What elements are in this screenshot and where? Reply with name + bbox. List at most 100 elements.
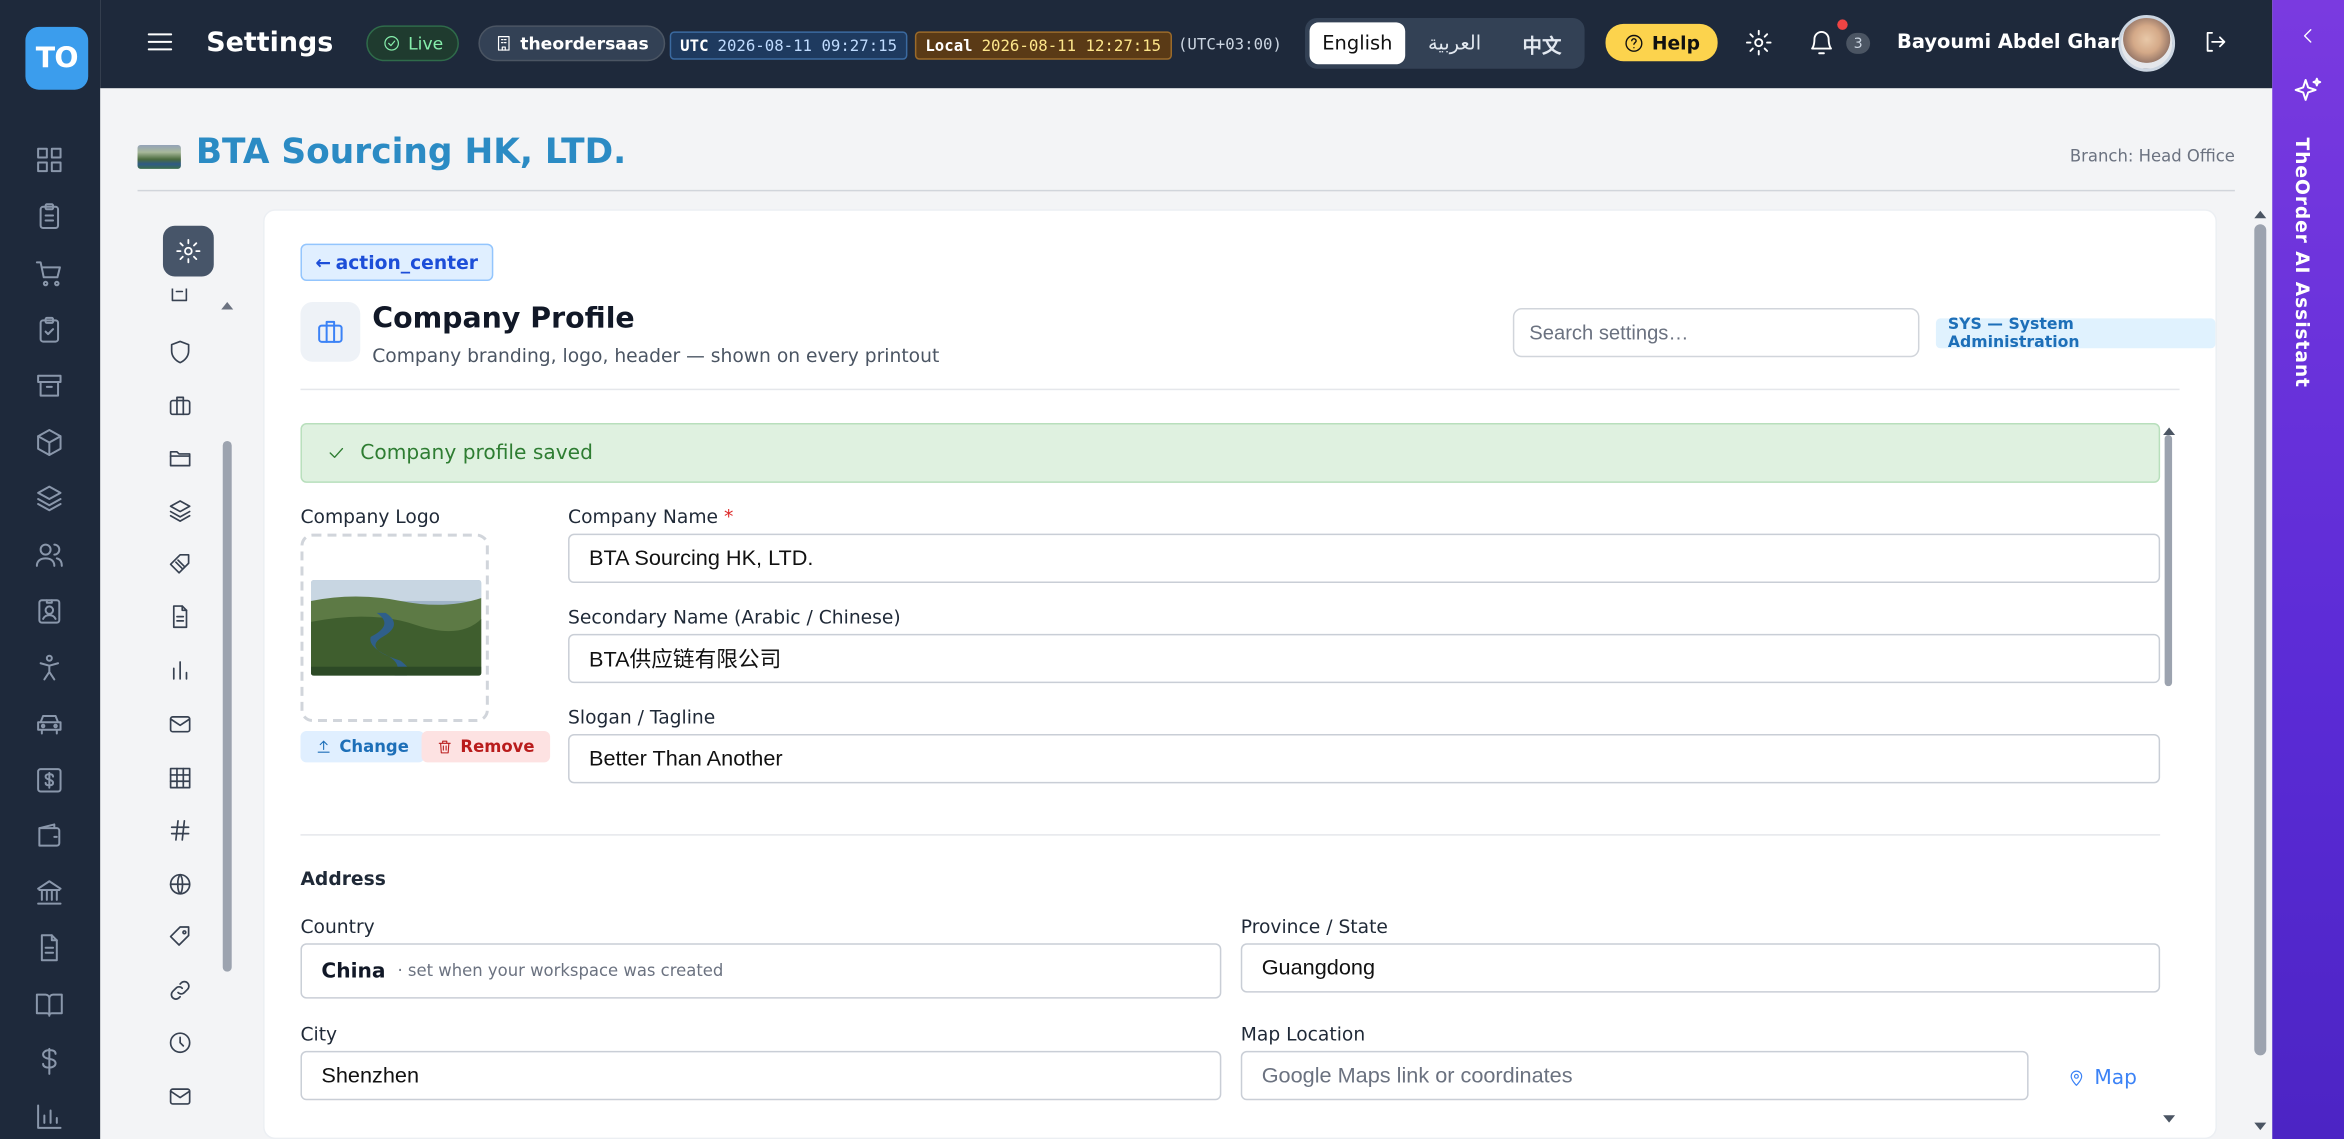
logo-dropzone[interactable]: [300, 533, 489, 723]
secondary-name-input[interactable]: [568, 633, 2161, 684]
settings-gear-button[interactable]: [162, 225, 214, 277]
clock-icon[interactable]: [164, 1027, 194, 1057]
utc-time: 2026-08-11 09:27:15: [717, 36, 898, 55]
clipboard-icon[interactable]: [33, 200, 66, 233]
bar-chart-icon[interactable]: [33, 1100, 66, 1133]
utc-clock: UTC 2026-08-11 09:27:15: [669, 31, 908, 60]
file-text-icon[interactable]: [164, 601, 194, 631]
workspace-badge[interactable]: theordersaas: [478, 25, 666, 62]
tag-icon[interactable]: [164, 549, 194, 579]
open-map-button[interactable]: Map: [2067, 1066, 2137, 1090]
utc-label: UTC: [680, 36, 709, 55]
dollar-icon[interactable]: [33, 1045, 66, 1078]
chevron-left-icon[interactable]: [2298, 25, 2319, 46]
back-to-action-center-button[interactable]: ← action_center: [300, 243, 493, 282]
settings-nav-scrollbar[interactable]: [222, 440, 232, 972]
logout-icon[interactable]: [2202, 28, 2229, 55]
remove-label: Remove: [460, 736, 535, 757]
ai-assistant-title: TheOrder AI Assistant: [2291, 137, 2315, 388]
tag-icon[interactable]: [164, 921, 194, 951]
country-field: China · set when your workspace was crea…: [300, 943, 1222, 999]
page-title: Settings: [206, 26, 334, 59]
shield-icon[interactable]: [164, 336, 194, 366]
notification-dot: [1837, 19, 1848, 30]
lang-english[interactable]: English: [1309, 22, 1406, 65]
user-name[interactable]: Bayoumi Abdel Ghani: [1897, 31, 2131, 53]
section-subtitle: Company branding, logo, header — shown o…: [372, 343, 940, 367]
change-logo-button[interactable]: Change: [300, 731, 424, 763]
company-name-heading: BTA Sourcing HK, LTD.: [195, 133, 627, 172]
change-label: Change: [339, 736, 409, 757]
layers-icon[interactable]: [33, 481, 66, 514]
layers-icon[interactable]: [164, 495, 194, 525]
settings-search-input[interactable]: [1512, 307, 1920, 358]
form-scroll-up[interactable]: [2163, 427, 2176, 436]
page-scroll-up[interactable]: [2254, 210, 2267, 219]
mail-icon[interactable]: [164, 1081, 194, 1111]
folder-icon[interactable]: [164, 442, 194, 472]
slogan-input[interactable]: [568, 733, 2161, 784]
help-button[interactable]: Help: [1605, 23, 1718, 62]
company-name-input[interactable]: [568, 533, 2161, 584]
avatar[interactable]: [2118, 14, 2176, 72]
app-logo[interactable]: TO: [25, 26, 89, 90]
bar-chart-icon[interactable]: [164, 655, 194, 685]
id-card-icon[interactable]: [33, 595, 66, 628]
back-label: action_center: [335, 251, 478, 274]
top-bar: Settings Live theordersaas UTC 2026-08-1…: [100, 0, 2273, 89]
company-logo-label: Company Logo: [300, 505, 441, 528]
postal-code-label-partial: [300, 1126, 390, 1138]
bell-icon[interactable]: [1807, 28, 1835, 56]
briefcase-icon[interactable]: [164, 390, 194, 420]
live-status-badge: Live: [366, 25, 460, 62]
car-icon[interactable]: [33, 707, 66, 740]
hamburger-menu-icon[interactable]: [145, 27, 175, 57]
utc-offset: (UTC+03:00): [1177, 35, 1282, 54]
live-status-label: Live: [408, 32, 444, 54]
map-location-label: Map Location: [1240, 1022, 1366, 1045]
arrow-left-icon: ←: [315, 251, 332, 274]
scroll-up-arrow[interactable]: [221, 301, 234, 310]
country-value: China: [321, 958, 386, 983]
building-icon: [495, 34, 513, 52]
city-input[interactable]: [300, 1050, 1222, 1101]
users-icon[interactable]: [33, 538, 66, 571]
archive-icon[interactable]: [33, 369, 66, 402]
link-icon[interactable]: [164, 975, 194, 1005]
dashboard-icon[interactable]: [33, 144, 66, 177]
book-icon[interactable]: [33, 988, 66, 1021]
page-scroll-down[interactable]: [2254, 1122, 2267, 1131]
accessibility-icon[interactable]: [33, 652, 66, 685]
wallet-icon[interactable]: [33, 819, 66, 852]
ai-assistant-panel[interactable]: TheOrder AI Assistant: [2272, 0, 2344, 1139]
briefcase-icon: [300, 301, 361, 362]
cart-icon[interactable]: [33, 257, 66, 290]
local-label: Local: [925, 36, 973, 55]
mail-icon[interactable]: [164, 709, 194, 739]
bank-icon[interactable]: [33, 876, 66, 909]
help-label: Help: [1651, 31, 1700, 54]
file-text-icon[interactable]: [33, 931, 66, 964]
country-note: · set when your workspace was created: [397, 961, 724, 981]
gear-icon[interactable]: [1745, 28, 1773, 56]
local-time: 2026-08-11 12:27:15: [981, 36, 1162, 55]
dollar-square-icon[interactable]: [33, 764, 66, 797]
map-location-input[interactable]: [1240, 1050, 2029, 1101]
settings-nav: [138, 209, 240, 1139]
clipboard-check-icon[interactable]: [33, 314, 66, 347]
grid-icon[interactable]: [164, 762, 194, 792]
form-divider: [300, 834, 2161, 836]
partial-file-icon[interactable]: [164, 288, 194, 304]
hash-icon[interactable]: [164, 815, 194, 845]
globe-icon[interactable]: [164, 869, 194, 899]
box-icon[interactable]: [33, 426, 66, 459]
lang-arabic[interactable]: العربية: [1405, 22, 1504, 64]
remove-logo-button[interactable]: Remove: [421, 731, 550, 763]
lang-chinese[interactable]: 中文: [1504, 22, 1580, 64]
branch-label: Branch: Head Office: [2069, 146, 2235, 166]
province-input[interactable]: [1240, 943, 2161, 993]
required-asterisk: *: [723, 505, 734, 528]
form-scrollbar[interactable]: [2164, 435, 2173, 687]
form-scroll-down[interactable]: [2163, 1115, 2176, 1123]
page-scrollbar[interactable]: [2254, 224, 2267, 1056]
